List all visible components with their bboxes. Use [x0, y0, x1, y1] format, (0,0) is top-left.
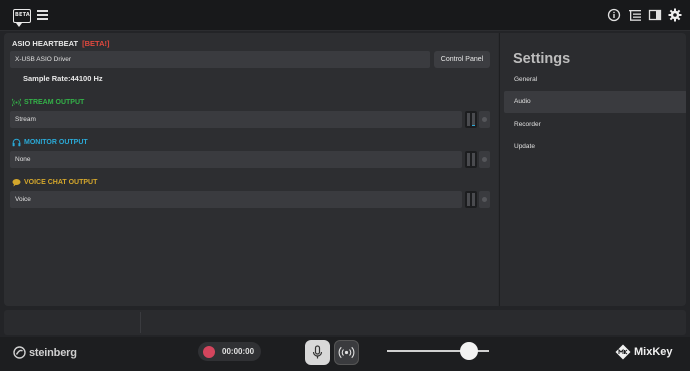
bottom-bar: steinberg 00:00:00 MixKey: [0, 337, 690, 371]
record-time: 00:00:00: [222, 347, 255, 356]
record-dot-icon[interactable]: [203, 346, 215, 358]
stream-output-select[interactable]: Stream: [10, 111, 462, 128]
voice-chat-output-heading: VOICE CHAT OUTPUT: [12, 178, 97, 187]
settings-nav-label: Update: [514, 143, 535, 150]
sample-rate-label: Sample Rate:44100 Hz: [23, 74, 103, 83]
settings-nav-audio[interactable]: Audio: [504, 91, 686, 113]
settings-nav-general[interactable]: General: [504, 69, 686, 91]
microphone-icon: [312, 345, 323, 359]
asio-title: ASIO HEARTBEAT: [12, 39, 79, 48]
monitor-mute-button[interactable]: [479, 151, 490, 168]
record-control[interactable]: 00:00:00: [198, 342, 261, 361]
settings-nav-label: General: [514, 76, 538, 83]
asio-driver-value: X-USB ASIO Driver: [15, 56, 71, 63]
asio-beta-tag: [BETA!]: [82, 39, 110, 48]
sidebar-toggle-icon[interactable]: [648, 8, 662, 22]
headphones-icon: [12, 138, 21, 147]
settings-title: Settings: [513, 51, 571, 67]
settings-nav-label: Audio: [514, 98, 531, 105]
asio-driver-select[interactable]: X-USB ASIO Driver: [10, 51, 430, 68]
monitor-output-label: MONITOR OUTPUT: [24, 139, 88, 146]
mixkey-logo-icon: [615, 344, 631, 360]
broadcast-button[interactable]: [334, 340, 359, 365]
top-bar: BETA: [0, 0, 690, 31]
mixkey-label: MixKey: [634, 346, 673, 358]
asio-heading: ASIO HEARTBEAT [BETA!]: [12, 39, 109, 48]
stream-level-meter: [465, 111, 477, 128]
settings-nav-label: Recorder: [514, 121, 541, 128]
beta-chat-logo-icon[interactable]: BETA: [13, 9, 31, 27]
hamburger-menu-icon[interactable]: [37, 10, 48, 20]
volume-slider-handle[interactable]: [459, 342, 478, 360]
broadcast-icon: [338, 346, 355, 359]
monitor-output-heading: MONITOR OUTPUT: [12, 138, 88, 147]
broadcast-icon: [12, 98, 21, 107]
settings-sidebar: Settings General Audio Recorder Update: [499, 33, 686, 306]
gear-icon[interactable]: [668, 8, 682, 22]
monitor-output-value: None: [15, 156, 31, 163]
stream-mute-button[interactable]: [479, 111, 490, 128]
control-panel-button[interactable]: Control Panel: [434, 51, 490, 68]
microphone-button[interactable]: [305, 340, 330, 365]
chat-bubble-icon: [12, 179, 21, 187]
voice-chat-output-value: Voice: [15, 196, 31, 203]
strip-divider: [140, 312, 141, 333]
list-tree-icon[interactable]: [628, 8, 642, 22]
voice-level-meter: [465, 191, 477, 208]
status-strip: [4, 310, 686, 335]
stream-output-label: STREAM OUTPUT: [24, 99, 85, 106]
voice-chat-output-select[interactable]: Voice: [10, 191, 462, 208]
voice-chat-output-label: VOICE CHAT OUTPUT: [24, 179, 98, 186]
stream-output-value: Stream: [15, 116, 36, 123]
audio-settings-content: ASIO HEARTBEAT [BETA!] X-USB ASIO Driver …: [4, 33, 498, 306]
settings-nav-recorder[interactable]: Recorder: [504, 114, 686, 136]
mixkey-brand: MixKey: [615, 344, 673, 360]
steinberg-label: steinberg: [29, 346, 77, 359]
voice-mute-button[interactable]: [479, 191, 490, 208]
steinberg-logo-icon: [13, 346, 26, 359]
main-panel: ASIO HEARTBEAT [BETA!] X-USB ASIO Driver …: [4, 33, 686, 306]
monitor-level-meter: [465, 151, 477, 168]
beta-logo-text: BETA: [15, 12, 30, 18]
stream-output-heading: STREAM OUTPUT: [12, 98, 84, 107]
monitor-output-select[interactable]: None: [10, 151, 462, 168]
settings-nav-update[interactable]: Update: [504, 136, 686, 158]
info-icon[interactable]: [607, 8, 621, 22]
steinberg-brand: steinberg: [13, 346, 77, 359]
